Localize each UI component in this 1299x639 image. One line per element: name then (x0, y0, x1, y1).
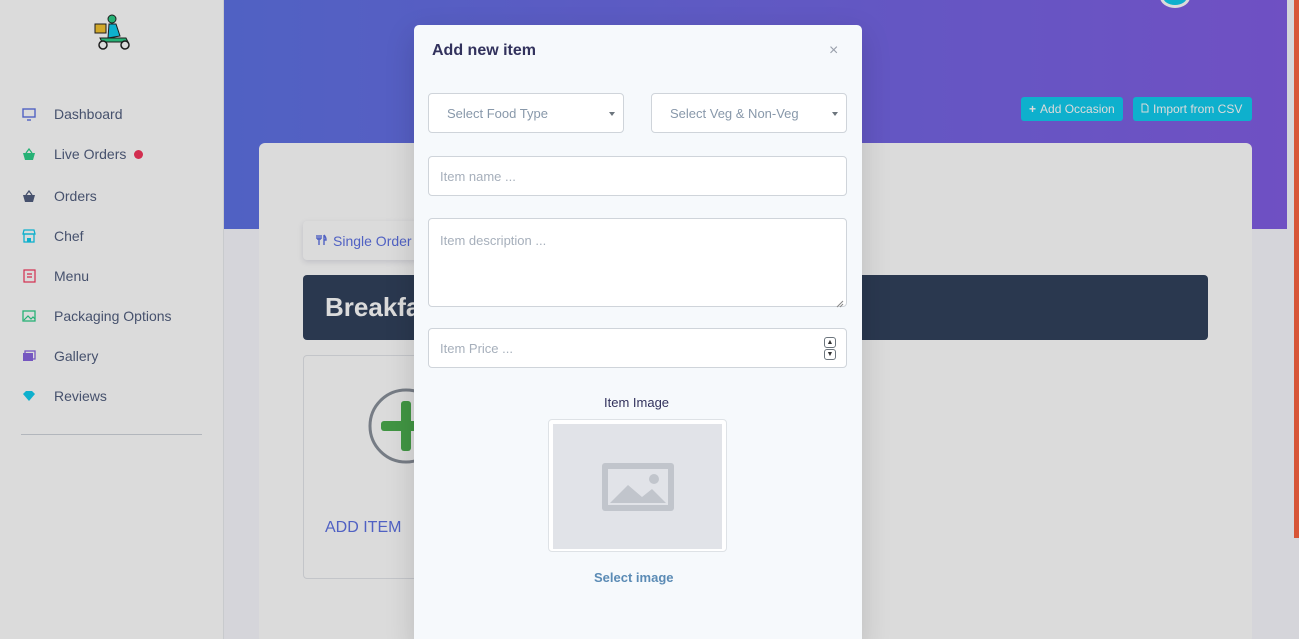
item-price-input[interactable]: Item Price ... ▲ ▼ (428, 328, 847, 368)
resize-handle-icon[interactable] (836, 296, 844, 308)
increment-arrow-icon[interactable]: ▲ (824, 337, 836, 348)
caret-down-icon (609, 112, 615, 116)
veg-nonveg-select[interactable]: Select Veg & Non-Veg (651, 93, 847, 133)
item-name-input[interactable]: Item name ... (428, 156, 847, 196)
decrement-arrow-icon[interactable]: ▼ (824, 349, 836, 360)
modal-title: Add new item (432, 42, 537, 59)
item-image-preview[interactable] (548, 419, 727, 552)
select-image-link[interactable]: Select image (594, 570, 674, 585)
item-image-label: Item Image (604, 395, 670, 410)
image-placeholder-icon (553, 424, 722, 549)
item-description-textarea[interactable]: Item description ... (428, 218, 847, 308)
add-item-modal: Add new item × Select Food Type Select V… (414, 25, 862, 639)
close-icon[interactable]: × (829, 42, 838, 60)
number-spinner[interactable]: ▲ ▼ (824, 337, 836, 361)
caret-down-icon (832, 112, 838, 116)
food-type-select[interactable]: Select Food Type (428, 93, 624, 133)
